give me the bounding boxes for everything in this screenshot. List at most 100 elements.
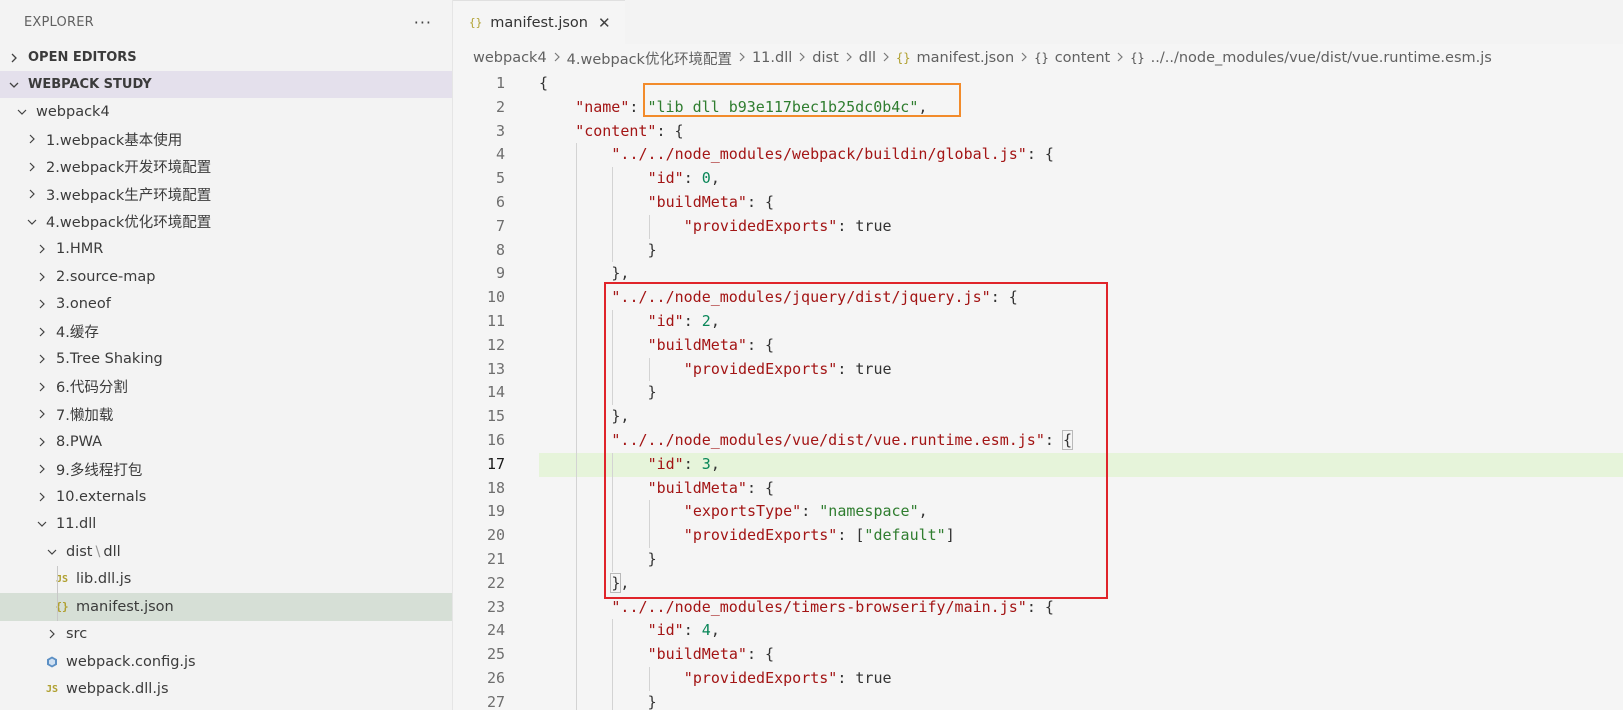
file-item[interactable]: {} manifest.json	[0, 593, 452, 621]
tab-bar: {} manifest.json ✕	[453, 0, 1623, 44]
line-number: 15	[486, 407, 505, 426]
code-text: }	[648, 239, 657, 263]
folder-item[interactable]: dist \ dll	[0, 538, 452, 566]
code-token: : {	[746, 193, 775, 211]
folder-item[interactable]: 2.source-map	[0, 263, 452, 291]
code-line[interactable]: 6 "buildMeta": {	[453, 191, 1623, 215]
close-icon[interactable]: ✕	[598, 14, 611, 32]
tree-item-label: manifest.json	[76, 598, 174, 615]
breadcrumb-item[interactable]: 4.webpack优化环境配置	[567, 48, 732, 69]
code-line[interactable]: 1{	[453, 72, 1623, 96]
code-line[interactable]: 24 "id": 4,	[453, 619, 1623, 644]
line-number: 3	[495, 121, 505, 140]
tree-item-label: 1.HMR	[56, 241, 104, 258]
folder-item[interactable]: webpack4	[0, 98, 452, 126]
code-token: "id"	[647, 621, 684, 640]
indent-guide	[576, 286, 578, 310]
tab-manifest-json[interactable]: {} manifest.json ✕	[453, 0, 625, 44]
breadcrumb-item[interactable]: dist	[812, 50, 838, 66]
folder-item[interactable]: 3.webpack生产环境配置	[0, 181, 452, 209]
file-item[interactable]: JS webpack.dll.js	[0, 676, 452, 704]
indent-guide	[576, 548, 578, 572]
folder-item[interactable]: 9.多线程打包	[0, 456, 452, 484]
code-token: "../../node_modules/timers-browserify/ma…	[611, 597, 1027, 616]
folder-item[interactable]: 4.webpack优化环境配置	[0, 208, 452, 236]
section-open-editors[interactable]: OPEN EDITORS	[0, 44, 452, 71]
line-number: 25	[486, 645, 505, 664]
code-token: 4	[701, 621, 711, 640]
folder-item[interactable]: 1.webpack基本使用	[0, 126, 452, 154]
chevron-right-icon	[6, 50, 22, 66]
section-workspace[interactable]: WEBPACK STUDY	[0, 71, 452, 98]
line-number: 6	[495, 193, 505, 211]
folder-item[interactable]: 7.懒加载	[0, 401, 452, 429]
tree-item-label: 11.dll	[56, 516, 97, 533]
folder-item[interactable]: 4.缓存	[0, 318, 452, 346]
code-text: }	[648, 691, 657, 710]
code-token: {	[539, 74, 549, 92]
line-number: 18	[486, 478, 505, 497]
breadcrumb-item[interactable]: manifest.json	[916, 50, 1014, 66]
code-token: : {	[656, 121, 684, 140]
js-file-icon: JS	[45, 683, 59, 695]
folder-item[interactable]: 6.代码分割	[0, 373, 452, 401]
breadcrumb-item[interactable]: 11.dll	[752, 50, 792, 66]
breadcrumb-separator-icon	[1020, 50, 1028, 66]
indent-guide	[576, 571, 578, 596]
indent-guide	[648, 667, 650, 691]
code-token: ,	[710, 621, 720, 640]
code-token: "providedExports"	[683, 216, 838, 235]
chevron-right-icon	[34, 241, 50, 257]
chevron-right-icon	[34, 269, 50, 285]
code-text: "buildMeta": {	[648, 191, 774, 215]
folder-item[interactable]: 11.dll	[0, 511, 452, 539]
folder-item[interactable]: src	[0, 621, 452, 649]
code-token: true	[855, 216, 892, 235]
code-line[interactable]: 25 "buildMeta": {	[453, 643, 1623, 667]
code-token: }	[647, 240, 657, 259]
chevron-right-icon	[24, 159, 40, 175]
code-token: ,	[710, 169, 720, 188]
code-token: "buildMeta"	[647, 645, 747, 664]
object-icon: {}	[1130, 51, 1145, 65]
folder-item[interactable]: 10.externals	[0, 483, 452, 511]
breadcrumb-item[interactable]: ../../node_modules/vue/dist/vue.runtime.…	[1151, 50, 1492, 66]
chevron-down-icon	[34, 516, 50, 532]
folder-item[interactable]: 1.HMR	[0, 236, 452, 264]
folder-item[interactable]: 2.webpack开发环境配置	[0, 153, 452, 181]
line-number: 26	[486, 669, 505, 687]
line-number: 5	[495, 169, 505, 188]
tree-item-label: 6.代码分割	[56, 380, 128, 397]
code-line[interactable]: 3 "content": {	[453, 120, 1623, 144]
indent-guide	[576, 429, 578, 453]
folder-item[interactable]: 3.oneof	[0, 291, 452, 319]
breadcrumb-item[interactable]: content	[1055, 50, 1111, 66]
line-number: 13	[486, 359, 505, 378]
file-tree: webpack4 1.webpack基本使用 2.webpack开发环境配置 3.we…	[0, 98, 452, 703]
code-line[interactable]: 8}	[453, 238, 1623, 263]
file-item[interactable]: JS lib.dll.js	[0, 565, 452, 593]
indent-guide	[576, 310, 578, 334]
code-line[interactable]: 5 "id": 0,	[453, 167, 1623, 191]
breadcrumb-separator-icon	[553, 50, 561, 66]
code-line[interactable]: 4 "../../node_modules/webpack/buildin/glo…	[453, 143, 1623, 168]
line-number: 9	[495, 264, 505, 283]
more-actions-icon[interactable]: ···	[414, 13, 432, 32]
json-file-icon: {}	[469, 16, 483, 29]
annotation-orange-box	[643, 83, 961, 117]
line-number: 4	[495, 145, 505, 164]
breadcrumb-item[interactable]: webpack4	[473, 50, 547, 66]
indent-guide	[576, 500, 578, 525]
file-item[interactable]: webpack.config.js	[0, 648, 452, 676]
folder-item[interactable]: 8.PWA	[0, 428, 452, 456]
code-line[interactable]: 23 "../../node_modules/timers-browserify/…	[453, 595, 1623, 620]
code-line[interactable]: 27}	[453, 690, 1623, 710]
code-token: :	[683, 169, 702, 188]
code-line[interactable]: 7 "providedExports": true	[453, 214, 1623, 239]
chevron-right-icon	[34, 379, 50, 395]
breadcrumb-item[interactable]: dll	[859, 50, 876, 66]
code-line[interactable]: 26 "providedExports": true	[453, 667, 1623, 691]
folder-item[interactable]: 5.Tree Shaking	[0, 346, 452, 374]
indent-guide	[612, 214, 614, 239]
code-line[interactable]: 2 "name": "lib_dll_b93e117bec1b25dc0b4c",	[453, 96, 1623, 120]
